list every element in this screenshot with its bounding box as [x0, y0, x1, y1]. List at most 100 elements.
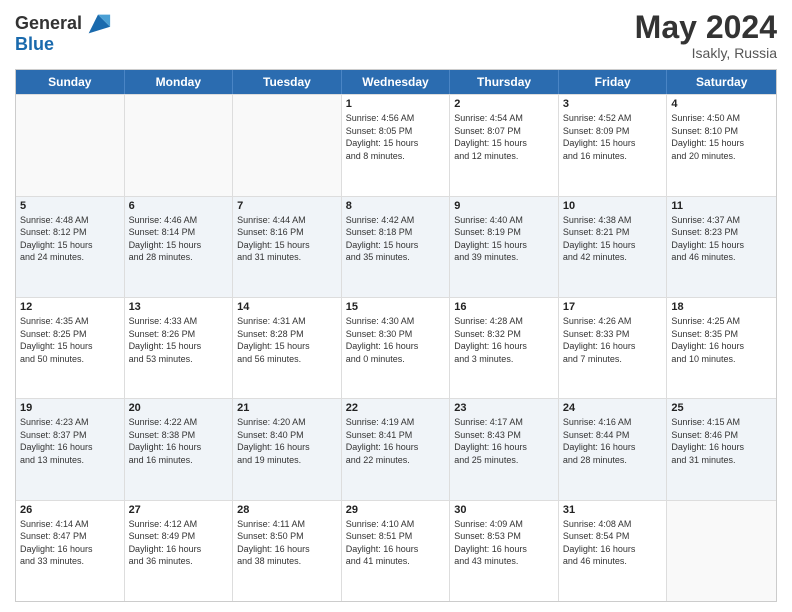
empty-cell	[125, 95, 234, 195]
title-block: May 2024 Isakly, Russia	[635, 10, 777, 61]
cell-content: Sunrise: 4:23 AM Sunset: 8:37 PM Dayligh…	[20, 416, 120, 466]
day-cell-25: 25Sunrise: 4:15 AM Sunset: 8:46 PM Dayli…	[667, 399, 776, 499]
day-number: 12	[20, 301, 120, 313]
day-cell-14: 14 Sunrise: 4:31 AM Sunset: 8:28 PM Dayli…	[233, 298, 342, 398]
day-cell-7: 7 Sunrise: 4:44 AM Sunset: 8:16 PM Daylig…	[233, 197, 342, 297]
header-day-tuesday: Tuesday	[233, 70, 342, 94]
day-number: 16	[454, 301, 554, 313]
day-cell-19: 19 Sunrise: 4:23 AM Sunset: 8:37 PM Dayli…	[16, 399, 125, 499]
day-number: 30	[454, 504, 554, 516]
day-number: 9	[454, 200, 554, 212]
header-day-friday: Friday	[559, 70, 668, 94]
cell-content: Sunrise: 4:22 AM Sunset: 8:38 PM Dayligh…	[129, 416, 229, 466]
day-number: 28	[237, 504, 337, 516]
cell-content: Sunrise: 4:19 AM Sunset: 8:41 PM Dayligh…	[346, 416, 446, 466]
empty-cell	[667, 501, 776, 601]
day-cell-4: 4Sunrise: 4:50 AM Sunset: 8:10 PM Daylig…	[667, 95, 776, 195]
cell-content: Sunrise: 4:28 AM Sunset: 8:32 PM Dayligh…	[454, 315, 554, 365]
day-number: 10	[563, 200, 663, 212]
cell-content: Sunrise: 4:14 AM Sunset: 8:47 PM Dayligh…	[20, 518, 120, 568]
calendar-row-4: 26 Sunrise: 4:14 AM Sunset: 8:47 PM Dayli…	[16, 500, 776, 601]
day-number: 31	[563, 504, 663, 516]
calendar-header: SundayMondayTuesdayWednesdayThursdayFrid…	[16, 70, 776, 94]
day-cell-20: 20 Sunrise: 4:22 AM Sunset: 8:38 PM Dayli…	[125, 399, 234, 499]
day-number: 7	[237, 200, 337, 212]
day-cell-9: 9 Sunrise: 4:40 AM Sunset: 8:19 PM Daylig…	[450, 197, 559, 297]
day-number: 23	[454, 402, 554, 414]
cell-content: Sunrise: 4:30 AM Sunset: 8:30 PM Dayligh…	[346, 315, 446, 365]
cell-content: Sunrise: 4:25 AM Sunset: 8:35 PM Dayligh…	[671, 315, 772, 365]
cell-content: Sunrise: 4:48 AM Sunset: 8:12 PM Dayligh…	[20, 214, 120, 264]
cell-content: Sunrise: 4:08 AM Sunset: 8:54 PM Dayligh…	[563, 518, 663, 568]
header-day-wednesday: Wednesday	[342, 70, 451, 94]
location-title: Isakly, Russia	[635, 45, 777, 61]
day-cell-12: 12 Sunrise: 4:35 AM Sunset: 8:25 PM Dayli…	[16, 298, 125, 398]
calendar-row-2: 12 Sunrise: 4:35 AM Sunset: 8:25 PM Dayli…	[16, 297, 776, 398]
cell-content: Sunrise: 4:16 AM Sunset: 8:44 PM Dayligh…	[563, 416, 663, 466]
day-cell-16: 16 Sunrise: 4:28 AM Sunset: 8:32 PM Dayli…	[450, 298, 559, 398]
day-cell-31: 31 Sunrise: 4:08 AM Sunset: 8:54 PM Dayli…	[559, 501, 668, 601]
day-cell-8: 8Sunrise: 4:42 AM Sunset: 8:18 PM Daylig…	[342, 197, 451, 297]
calendar: SundayMondayTuesdayWednesdayThursdayFrid…	[15, 69, 777, 602]
cell-content: Sunrise: 4:26 AM Sunset: 8:33 PM Dayligh…	[563, 315, 663, 365]
day-cell-13: 13Sunrise: 4:33 AM Sunset: 8:26 PM Dayli…	[125, 298, 234, 398]
cell-content: Sunrise: 4:17 AM Sunset: 8:43 PM Dayligh…	[454, 416, 554, 466]
day-cell-6: 6 Sunrise: 4:46 AM Sunset: 8:14 PM Daylig…	[125, 197, 234, 297]
header-day-thursday: Thursday	[450, 70, 559, 94]
cell-content: Sunrise: 4:44 AM Sunset: 8:16 PM Dayligh…	[237, 214, 337, 264]
day-number: 3	[563, 98, 663, 110]
day-number: 4	[671, 98, 772, 110]
month-title: May 2024	[635, 10, 777, 45]
day-number: 22	[346, 402, 446, 414]
day-cell-17: 17 Sunrise: 4:26 AM Sunset: 8:33 PM Dayli…	[559, 298, 668, 398]
calendar-row-0: 1 Sunrise: 4:56 AM Sunset: 8:05 PM Daylig…	[16, 94, 776, 195]
day-cell-11: 11Sunrise: 4:37 AM Sunset: 8:23 PM Dayli…	[667, 197, 776, 297]
day-number: 19	[20, 402, 120, 414]
cell-content: Sunrise: 4:09 AM Sunset: 8:53 PM Dayligh…	[454, 518, 554, 568]
cell-content: Sunrise: 4:40 AM Sunset: 8:19 PM Dayligh…	[454, 214, 554, 264]
day-number: 21	[237, 402, 337, 414]
calendar-row-3: 19 Sunrise: 4:23 AM Sunset: 8:37 PM Dayli…	[16, 398, 776, 499]
day-number: 8	[346, 200, 446, 212]
day-cell-23: 23 Sunrise: 4:17 AM Sunset: 8:43 PM Dayli…	[450, 399, 559, 499]
cell-content: Sunrise: 4:33 AM Sunset: 8:26 PM Dayligh…	[129, 315, 229, 365]
day-cell-3: 3Sunrise: 4:52 AM Sunset: 8:09 PM Daylig…	[559, 95, 668, 195]
day-cell-21: 21 Sunrise: 4:20 AM Sunset: 8:40 PM Dayli…	[233, 399, 342, 499]
cell-content: Sunrise: 4:31 AM Sunset: 8:28 PM Dayligh…	[237, 315, 337, 365]
day-cell-2: 2 Sunrise: 4:54 AM Sunset: 8:07 PM Daylig…	[450, 95, 559, 195]
day-number: 17	[563, 301, 663, 313]
empty-cell	[233, 95, 342, 195]
day-number: 1	[346, 98, 446, 110]
cell-content: Sunrise: 4:56 AM Sunset: 8:05 PM Dayligh…	[346, 112, 446, 162]
day-number: 6	[129, 200, 229, 212]
day-cell-26: 26 Sunrise: 4:14 AM Sunset: 8:47 PM Dayli…	[16, 501, 125, 601]
day-cell-10: 10Sunrise: 4:38 AM Sunset: 8:21 PM Dayli…	[559, 197, 668, 297]
day-number: 20	[129, 402, 229, 414]
day-number: 2	[454, 98, 554, 110]
day-number: 14	[237, 301, 337, 313]
day-cell-30: 30 Sunrise: 4:09 AM Sunset: 8:53 PM Dayli…	[450, 501, 559, 601]
cell-content: Sunrise: 4:15 AM Sunset: 8:46 PM Dayligh…	[671, 416, 772, 466]
day-cell-18: 18Sunrise: 4:25 AM Sunset: 8:35 PM Dayli…	[667, 298, 776, 398]
cell-content: Sunrise: 4:10 AM Sunset: 8:51 PM Dayligh…	[346, 518, 446, 568]
cell-content: Sunrise: 4:46 AM Sunset: 8:14 PM Dayligh…	[129, 214, 229, 264]
cell-content: Sunrise: 4:20 AM Sunset: 8:40 PM Dayligh…	[237, 416, 337, 466]
day-cell-15: 15 Sunrise: 4:30 AM Sunset: 8:30 PM Dayli…	[342, 298, 451, 398]
day-cell-29: 29Sunrise: 4:10 AM Sunset: 8:51 PM Dayli…	[342, 501, 451, 601]
cell-content: Sunrise: 4:54 AM Sunset: 8:07 PM Dayligh…	[454, 112, 554, 162]
cell-content: Sunrise: 4:11 AM Sunset: 8:50 PM Dayligh…	[237, 518, 337, 568]
header: General Blue May 2024 Isakly, Russia	[15, 10, 777, 61]
empty-cell	[16, 95, 125, 195]
logo-text: General	[15, 14, 82, 34]
header-day-saturday: Saturday	[667, 70, 776, 94]
day-cell-27: 27Sunrise: 4:12 AM Sunset: 8:49 PM Dayli…	[125, 501, 234, 601]
day-number: 15	[346, 301, 446, 313]
day-number: 27	[129, 504, 229, 516]
day-number: 26	[20, 504, 120, 516]
cell-content: Sunrise: 4:35 AM Sunset: 8:25 PM Dayligh…	[20, 315, 120, 365]
day-cell-24: 24Sunrise: 4:16 AM Sunset: 8:44 PM Dayli…	[559, 399, 668, 499]
page: General Blue May 2024 Isakly, Russia Sun…	[0, 0, 792, 612]
logo: General Blue	[15, 10, 112, 55]
logo-icon	[84, 10, 112, 38]
cell-content: Sunrise: 4:37 AM Sunset: 8:23 PM Dayligh…	[671, 214, 772, 264]
